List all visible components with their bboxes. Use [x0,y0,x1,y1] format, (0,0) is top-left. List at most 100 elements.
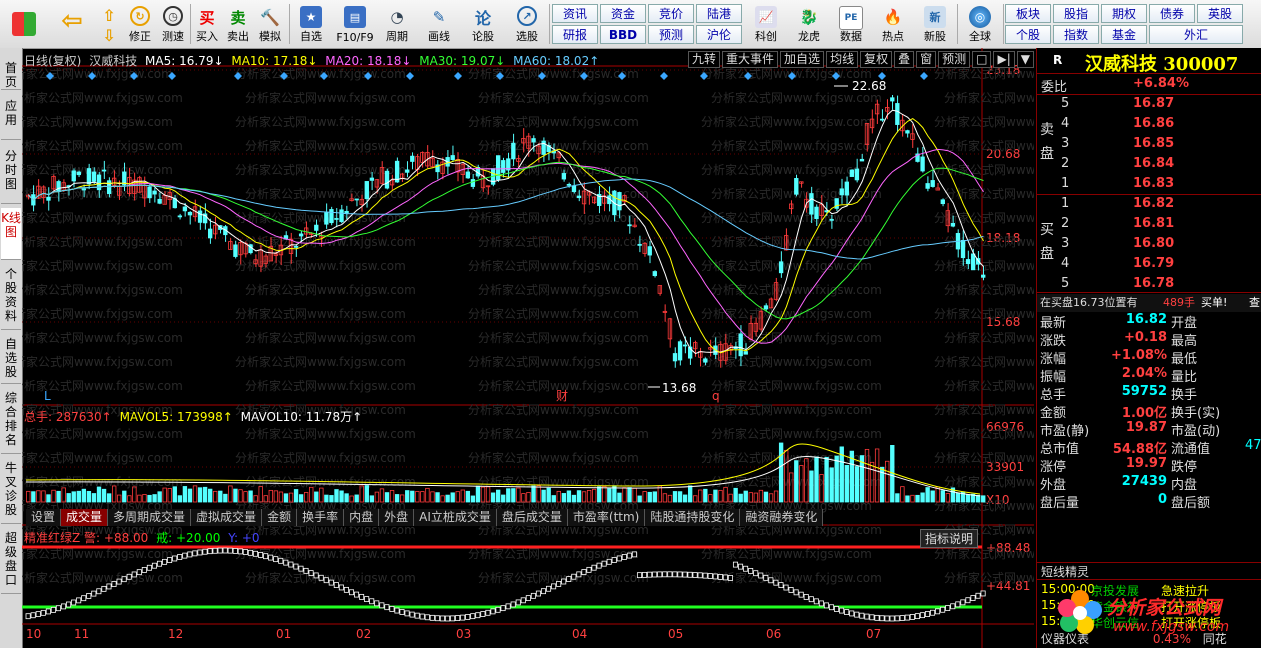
tab-super-orderbook[interactable]: 超级盘口 [1,528,21,594]
simulate-button[interactable]: 🔨 模拟 [255,2,285,46]
tag-restoration[interactable]: 复权 [860,51,893,68]
kline-chart-area[interactable]: 23.18 20.68 18.18 15.68 66976 33901 X10 +88.48 +… [22,48,1034,648]
tab-pe-ttm[interactable]: 市盈率(ttm) [567,509,646,526]
dragon-tiger-button[interactable]: 🐉 龙虎 [789,2,829,46]
indicator-block [55,605,61,612]
tab-virtual-volume[interactable]: 虚拟成交量 [191,509,263,526]
forex-button[interactable]: 外汇 [1149,25,1243,44]
hk-connect-button[interactable]: 陆港 [696,4,742,23]
tag-overlay[interactable]: 叠 [894,51,915,68]
tab-inner[interactable]: 内盘 [344,509,380,526]
order-notice[interactable]: 在买盘16.73位置有 489手 买单! 查 [1037,294,1261,312]
play-end-icon[interactable]: ▶| [993,51,1015,68]
sector-button[interactable]: 板块 [1005,4,1051,23]
indicator-block [495,606,501,613]
sell-button[interactable]: 卖 卖出 [224,2,252,46]
tab-kline[interactable]: K线图 [1,208,21,260]
tab-diagnosis[interactable]: 牛叉诊股 [1,458,21,524]
tab-outer[interactable]: 外盘 [379,509,415,526]
square-icon[interactable]: □ [972,51,992,68]
options-label: 期权 [1111,7,1136,21]
dropdown-icon[interactable]: ▼ [1016,51,1034,68]
tag-forecast[interactable]: 预测 [938,51,971,68]
news-button[interactable]: 资讯 [552,4,598,23]
scroll-up-button[interactable]: ⇧ ⇩ [96,2,122,46]
uk-stock-label: 英股 [1207,7,1232,21]
self-select-button[interactable]: ★ 自选 [293,2,329,46]
sell-order-row[interactable]: 4 16.86 [1037,116,1261,134]
f10-button[interactable]: ▤ F10/F9 [333,2,377,46]
stat-label-2: 开盘 [1171,316,1198,331]
tab-intraday[interactable]: 分时图 [1,146,21,204]
tab-stock-profile[interactable]: 个股资料 [1,264,21,330]
individual-stock-button[interactable]: 个股 [1005,25,1051,44]
tag-add-watchlist[interactable]: 加自选 [780,51,825,68]
watermark-text: 分析家公式网www.fxjgsw.com [944,474,1034,489]
fix-button[interactable]: ↻ 修正 [124,2,156,46]
tab-settings[interactable]: 设置 [26,509,62,526]
auction-button[interactable]: 竞价 [648,4,694,23]
back-button[interactable]: ⇦ [52,2,92,46]
watermark-text: 分析家公式网www.fxjgsw.com [701,114,872,129]
buy-order-row[interactable]: 4 16.79 [1037,256,1261,274]
tab-home[interactable]: 首页 [1,58,21,90]
indicator-block [182,552,188,559]
tab-multi-period-volume[interactable]: 多周期成交量 [108,509,192,526]
global-button[interactable]: ◎ 全球 [960,2,1000,46]
tag-nine-turn[interactable]: 九转 [688,51,721,68]
fund-button[interactable]: 基金 [1101,25,1147,44]
tab-amount[interactable]: 金额 [262,509,298,526]
bonds-button[interactable]: 债券 [1149,4,1195,23]
volume-bar [627,487,632,503]
sell-order-row[interactable]: 5 16.87 [1037,96,1261,114]
new-stock-button[interactable]: 新 新股 [915,2,955,46]
forecast-button[interactable]: 预测 [648,25,694,44]
tag-window[interactable]: 窗 [916,51,937,68]
tab-ai-volume[interactable]: AI立桩成交量 [414,509,497,526]
watermark-text: 分析家公式网www.fxjgsw.com [22,450,173,465]
tab-hk-holding[interactable]: 陆股通持股变化 [645,509,741,526]
indicator-block [278,557,284,564]
research-button[interactable]: 研报 [552,25,598,44]
buy-order-row[interactable]: 2 16.81 [1037,216,1261,234]
data-button[interactable]: PE 数据 [831,2,871,46]
windows-menu-button[interactable] [4,2,44,46]
tab-after-hours-volume[interactable]: 盘后成交量 [496,509,568,526]
buy-button[interactable]: 买 买入 [193,2,221,46]
options-button[interactable]: 期权 [1101,4,1147,23]
tab-watchlist[interactable]: 自选股 [1,334,21,384]
stock-select-button[interactable]: ↗ 选股 [507,2,547,46]
volume-header: 总手: 287630↑ MAVOL5: 173998↑ MAVOL10: 11.… [24,408,362,425]
volume-bar [440,495,445,503]
shanghai-london-button[interactable]: 沪伦 [696,25,742,44]
bbd-button[interactable]: BBD [600,25,646,44]
buy-order-row[interactable]: 1 16.82 [1037,196,1261,214]
volume-bar [344,493,349,503]
indicator-explain-button[interactable]: 指标说明 [920,529,979,548]
uk-stock-button[interactable]: 英股 [1197,4,1243,23]
sell-order-row[interactable]: 3 16.85 [1037,136,1261,154]
draw-line-button[interactable]: ✎ 画线 [421,2,457,46]
tag-moving-average[interactable]: 均线 [826,51,859,68]
tab-ranking[interactable]: 综合排名 [1,388,21,454]
speed-test-button[interactable]: ◷ 测速 [158,2,188,46]
tab-turnover[interactable]: 换手率 [297,509,345,526]
candle-body [71,170,76,182]
indicator-block [384,604,390,611]
tag-major-events[interactable]: 重大事件 [722,51,779,68]
star-market-button[interactable]: 📈 科创 [746,2,786,46]
funds-button[interactable]: 资金 [600,4,646,23]
hot-button[interactable]: 🔥 热点 [873,2,913,46]
period-button[interactable]: ◔ 周期 [379,2,415,46]
index-button[interactable]: 指数 [1053,25,1099,44]
tab-volume[interactable]: 成交量 [61,509,109,526]
stock-index-button[interactable]: 股指 [1053,4,1099,23]
sell-order-row[interactable]: 2 16.84 [1037,156,1261,174]
tab-apps[interactable]: 应用 [1,96,21,140]
forum-button[interactable]: 论 论股 [465,2,501,46]
buy-order-row[interactable]: 3 16.80 [1037,236,1261,254]
sell-order-row[interactable]: 1 16.83 [1037,176,1261,194]
tab-margin[interactable]: 融资融券变化 [740,509,824,526]
indicator-block [763,574,769,581]
stat-value: 1.00亿 [1121,406,1167,421]
